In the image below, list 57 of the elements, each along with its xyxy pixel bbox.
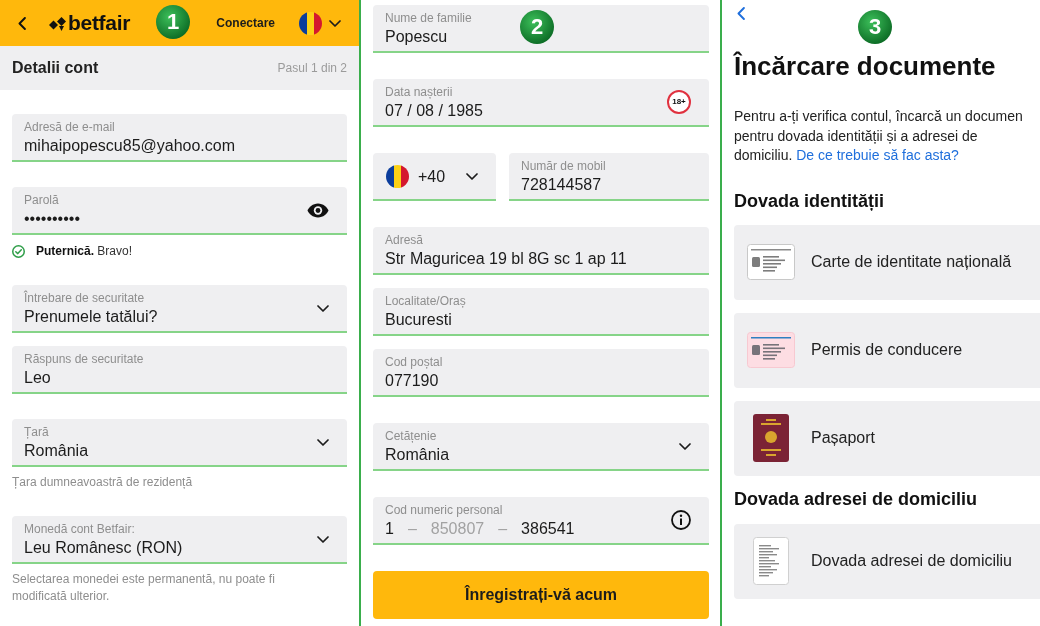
chevron-down-icon <box>317 535 329 543</box>
cnp-part: – <box>498 519 508 539</box>
age-limit-badge: 18+ <box>667 90 691 114</box>
field-hint: Selectarea monedei este permanentă, nu poate fi modificată ulterior. <box>12 571 276 605</box>
text-field[interactable]: Număr de mobil 728144587 <box>509 153 709 201</box>
chevron-down-icon <box>466 172 478 180</box>
id-number-field[interactable]: Cod numeric personal 1 – 850807 – 386541 <box>373 497 709 545</box>
password-field[interactable]: Parolă •••••••••• <box>12 187 347 235</box>
select-field[interactable]: Întrebare de securitate Prenumele tatălui? <box>12 285 347 333</box>
document-option[interactable]: Pașaport <box>734 400 1040 476</box>
select-field[interactable]: Cetățenie România <box>373 423 709 471</box>
step-title: Detalii cont <box>12 58 99 78</box>
cnp-part: – <box>407 519 417 539</box>
section-heading: Dovada identității <box>734 189 886 212</box>
country-code-select[interactable]: +40 <box>373 153 496 201</box>
document-option[interactable]: Permis de conducere <box>734 312 1040 388</box>
chevron-down-icon <box>317 304 329 312</box>
text-field[interactable]: Răspuns de securitate Leo <box>12 346 347 394</box>
text-field[interactable]: Adresă Str Maguricea 19 bl 8G sc 1 ap 11 <box>373 227 709 275</box>
brand-name: betfair <box>68 11 131 35</box>
diamonds-icon <box>49 15 67 31</box>
step-indicator: Pasul 1 din 2 <box>277 60 347 77</box>
text-field[interactable]: Cod poștal 077190 <box>373 349 709 397</box>
language-selector[interactable] <box>299 11 341 35</box>
select-field[interactable]: Monedă cont Betfair: Leu Românesc (RON) <box>12 516 347 564</box>
license-card-icon <box>747 332 795 368</box>
intro-text: Pentru a-ți verifica contul, încarcă un documen pentru dovada identității și a adresei de domiciliu. De ce trebuie să fac asta? <box>734 107 1024 165</box>
cnp-part: 1 <box>385 519 394 539</box>
chevron-down-icon <box>317 438 329 446</box>
step-number-badge: 3 <box>858 10 892 44</box>
register-button[interactable]: Înregistrați-vă acum <box>373 571 709 619</box>
password-strength: Puternică. Bravo! <box>36 243 133 260</box>
chevron-down-icon <box>679 442 691 450</box>
text-field[interactable]: Adresă de e-mail mihaipopescu85@yahoo.com <box>12 114 347 162</box>
date-field[interactable]: Data nașterii 07 / 08 / 1985 18+ <box>373 79 709 127</box>
eye-icon[interactable] <box>307 202 329 218</box>
cnp-part: 850807 <box>430 519 485 539</box>
id-card-icon <box>747 244 795 280</box>
help-link[interactable]: De ce trebuie să fac asta? <box>796 147 959 163</box>
chevron-down-icon <box>329 19 341 27</box>
login-link[interactable]: Conectare <box>216 15 275 31</box>
field-hint: Țara dumneavoastră de rezidență <box>12 474 193 491</box>
chevron-left-icon[interactable] <box>737 7 745 20</box>
passport-icon <box>753 414 789 462</box>
document-option[interactable]: Carte de identitate națională <box>734 224 1040 300</box>
select-field[interactable]: Țară România <box>12 419 347 467</box>
document-icon <box>753 537 789 585</box>
flag-icon <box>386 164 409 188</box>
document-option[interactable]: Dovada adresei de domiciliu <box>734 523 1040 599</box>
check-circle-icon <box>12 244 25 258</box>
info-icon[interactable] <box>671 510 691 530</box>
flag-icon <box>299 11 322 35</box>
text-field[interactable]: Localitate/Oraș Bucuresti <box>373 288 709 336</box>
page-title: Încărcare documente <box>734 50 997 82</box>
cnp-part: 386541 <box>521 519 575 539</box>
section-heading: Dovada adresei de domiciliu <box>734 487 979 510</box>
chevron-left-icon[interactable] <box>18 16 26 30</box>
